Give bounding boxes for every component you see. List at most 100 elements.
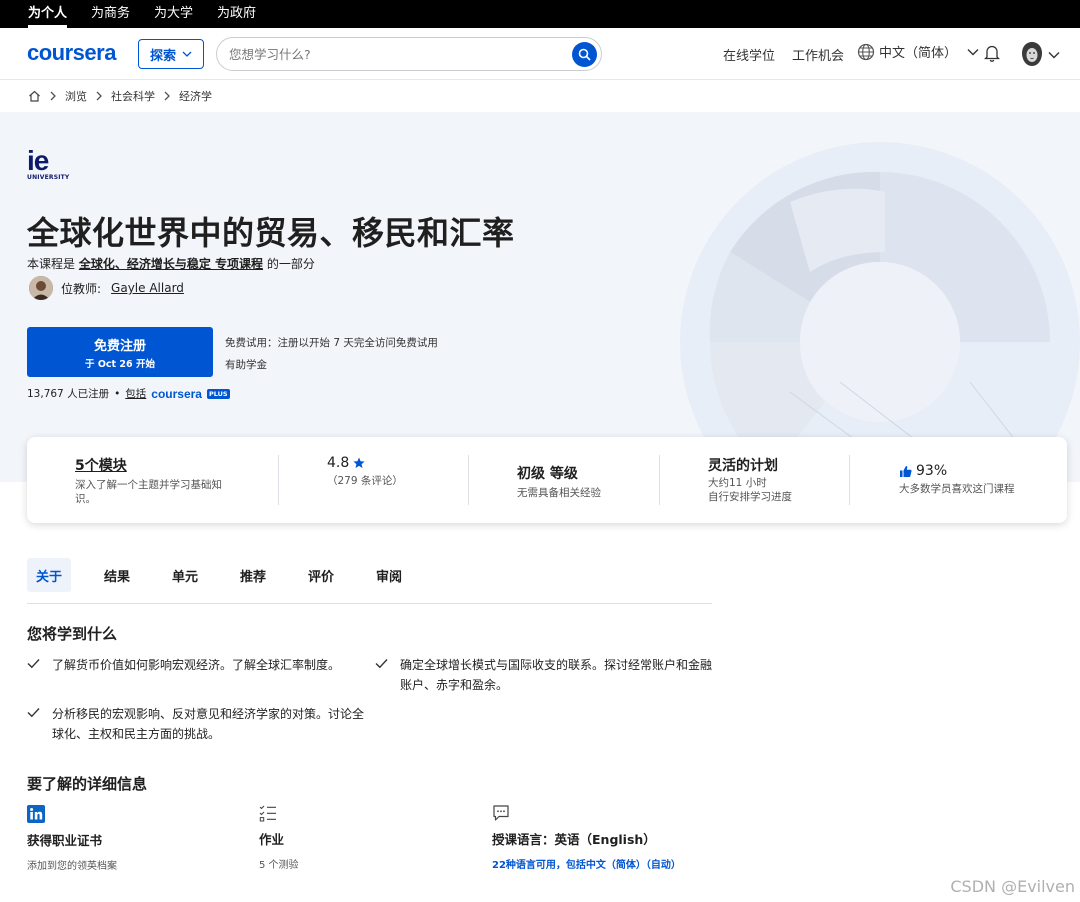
stat-level: 初级 等级 无需具备相关经验 bbox=[517, 463, 657, 500]
stat-schedule-pace: 自行安排学习进度 bbox=[708, 491, 792, 503]
chevron-down-icon bbox=[182, 51, 192, 57]
user-avatar[interactable] bbox=[1020, 41, 1044, 67]
decorative-ring-graphic bbox=[680, 142, 1080, 482]
ie-logo-mark: ie bbox=[27, 145, 49, 176]
language-selector[interactable]: 中文（简体） bbox=[857, 42, 979, 61]
star-icon bbox=[353, 457, 365, 468]
search-button[interactable] bbox=[572, 42, 597, 67]
stat-rating-value: 4.8 bbox=[327, 455, 350, 471]
ie-university-logo[interactable]: ie UNIVERSITY bbox=[27, 145, 70, 182]
search-icon bbox=[578, 48, 591, 61]
coursera-plus-brand: coursera bbox=[151, 386, 202, 401]
learn-item-text: 确定全球增长模式与国际收支的联系。探讨经常账户和金融账户、赤字和盈余。 bbox=[400, 658, 713, 692]
stat-modules-sub: 深入了解一个主题并学习基础知识。 bbox=[75, 479, 222, 505]
chevron-down-icon bbox=[967, 48, 979, 55]
tab-individual[interactable]: 为个人 bbox=[28, 0, 68, 28]
stat-satisfaction: 93% 大多数学员喜欢这门课程 bbox=[899, 463, 1049, 496]
home-icon[interactable] bbox=[28, 90, 41, 102]
chevron-down-icon bbox=[1048, 52, 1060, 59]
details-section-title: 要了解的详细信息 bbox=[27, 775, 148, 793]
learn-section-title: 您将学到什么 bbox=[27, 625, 118, 643]
bullet-separator: • bbox=[114, 387, 121, 400]
nav-careers[interactable]: 工作机会 bbox=[792, 45, 844, 64]
explore-button[interactable]: 探索 bbox=[138, 39, 204, 69]
stat-rating: 4.8 （279 条评论） bbox=[327, 455, 467, 488]
chevron-right-icon bbox=[50, 91, 56, 101]
ie-logo-subtitle: UNIVERSITY bbox=[27, 174, 70, 181]
detail-language-heading: 授课语言：英语（English） bbox=[492, 832, 656, 847]
stat-satisfaction-sub: 大多数学员喜欢这门课程 bbox=[899, 483, 1015, 495]
bell-icon bbox=[983, 45, 1001, 62]
financial-aid-link[interactable]: 有助学金 bbox=[225, 357, 267, 372]
instructor-name-link[interactable]: Gayle Allard bbox=[111, 281, 184, 295]
tab-reviews[interactable]: 评价 bbox=[299, 558, 343, 592]
stat-level-heading: 初级 等级 bbox=[517, 466, 578, 482]
explore-label: 探索 bbox=[149, 48, 176, 64]
stat-divider bbox=[659, 455, 660, 505]
search-input[interactable] bbox=[229, 46, 559, 62]
notifications-button[interactable] bbox=[983, 44, 1001, 65]
tab-modules[interactable]: 单元 bbox=[163, 558, 207, 592]
stat-divider bbox=[849, 455, 850, 505]
lion-avatar-icon bbox=[1022, 42, 1042, 66]
instructor-avatar bbox=[29, 276, 53, 300]
course-stats-card: 5个模块 深入了解一个主题并学习基础知识。 4.8 （279 条评论） 初级 等… bbox=[27, 437, 1067, 523]
course-tabs: 关于 结果 单元 推荐 评价 审阅 bbox=[27, 558, 712, 604]
tab-recommendations[interactable]: 推荐 bbox=[231, 558, 275, 592]
tab-testimonials[interactable]: 审阅 bbox=[367, 558, 411, 592]
account-menu-toggle[interactable] bbox=[1048, 48, 1060, 62]
breadcrumb-social-sciences[interactable]: 社会科学 bbox=[111, 88, 155, 104]
detail-language-link[interactable]: 22种语言可用，包括中文（简体）（自动） bbox=[492, 856, 681, 871]
enrolled-count: 13,767 人已注册 bbox=[27, 388, 110, 400]
stat-modules-heading[interactable]: 5个模块 bbox=[75, 455, 235, 475]
tab-government[interactable]: 为政府 bbox=[217, 0, 256, 28]
chevron-right-icon bbox=[96, 91, 102, 101]
tab-about[interactable]: 关于 bbox=[27, 558, 71, 592]
site-header: coursera 探索 在线学位 工作机会 中文（简体） bbox=[0, 28, 1080, 80]
coursera-logo[interactable]: coursera bbox=[27, 40, 116, 66]
search-bar bbox=[216, 37, 602, 71]
learn-item: 确定全球增长模式与国际收支的联系。探讨经常账户和金融账户、赤字和盈余。 bbox=[375, 655, 715, 695]
enroll-free-button[interactable]: 免费注册 于 Oct 26 开始 bbox=[27, 327, 213, 377]
detail-certificate-sub: 添加到您的领英档案 bbox=[27, 861, 117, 872]
detail-certificate: 获得职业证书 添加到您的领英档案 bbox=[27, 805, 117, 872]
chevron-right-icon bbox=[164, 91, 170, 101]
free-trial-text: 免费试用：注册以开始 7 天完全访问免费试用 bbox=[225, 337, 438, 349]
stat-divider bbox=[468, 455, 469, 505]
tab-university[interactable]: 为大学 bbox=[154, 0, 193, 28]
language-label: 中文（简体） bbox=[879, 46, 958, 61]
plus-badge: PLUS bbox=[206, 388, 230, 399]
tab-business[interactable]: 为商务 bbox=[91, 0, 130, 28]
course-title: 全球化世界中的贸易、移民和汇率 bbox=[27, 214, 515, 252]
detail-assignments: 作业 5 个测验 bbox=[259, 804, 299, 871]
detail-certificate-heading: 获得职业证书 bbox=[27, 833, 103, 848]
stat-level-sub: 无需具备相关经验 bbox=[517, 487, 601, 499]
specialization-link[interactable]: 全球化、经济增长与稳定 专项课程 bbox=[79, 257, 263, 271]
part-of-suffix: 的一部分 bbox=[266, 257, 315, 271]
enroll-label: 免费注册 bbox=[93, 338, 146, 354]
detail-language: 授课语言：英语（English） 22种语言可用，包括中文（简体）（自动） bbox=[492, 804, 681, 871]
enroll-start-date: 于 Oct 26 开始 bbox=[85, 358, 155, 370]
tab-outcomes[interactable]: 结果 bbox=[95, 558, 139, 592]
check-icon bbox=[375, 659, 388, 669]
learn-item-text: 了解货币价值如何影响宏观经济。了解全球汇率制度。 bbox=[52, 658, 341, 672]
breadcrumb: 浏览 社会科学 经济学 bbox=[28, 88, 212, 104]
checklist-icon bbox=[259, 805, 276, 822]
stat-schedule-hours: 大约11 小时 bbox=[708, 477, 767, 489]
learn-item: 分析移民的宏观影响、反对意见和经济学家的对策。讨论全球化、主权和民主方面的挑战。 bbox=[27, 704, 367, 744]
nav-online-degrees[interactable]: 在线学位 bbox=[723, 45, 775, 64]
audience-bar: 为个人 为商务 为大学 为政府 bbox=[0, 0, 1080, 28]
enrolled-row: 13,767 人已注册 • 包括 coursera PLUS bbox=[27, 386, 230, 401]
learn-item: 了解货币价值如何影响宏观经济。了解全球汇率制度。 bbox=[27, 655, 357, 675]
breadcrumb-economics[interactable]: 经济学 bbox=[179, 88, 212, 104]
breadcrumb-browse[interactable]: 浏览 bbox=[65, 88, 87, 104]
thumbs-up-icon bbox=[900, 465, 912, 477]
course-part-of: 本课程是 全球化、经济增长与稳定 专项课程 的一部分 bbox=[27, 255, 315, 272]
check-icon bbox=[27, 659, 40, 669]
watermark: CSDN @Evilven bbox=[950, 877, 1075, 896]
learn-item-text: 分析移民的宏观影响、反对意见和经济学家的对策。讨论全球化、主权和民主方面的挑战。 bbox=[52, 707, 365, 741]
stat-schedule-heading: 灵活的计划 bbox=[708, 458, 778, 474]
detail-assignments-sub: 5 个测验 bbox=[259, 860, 299, 871]
includes-link[interactable]: 包括 bbox=[125, 386, 146, 401]
check-icon bbox=[27, 708, 40, 718]
